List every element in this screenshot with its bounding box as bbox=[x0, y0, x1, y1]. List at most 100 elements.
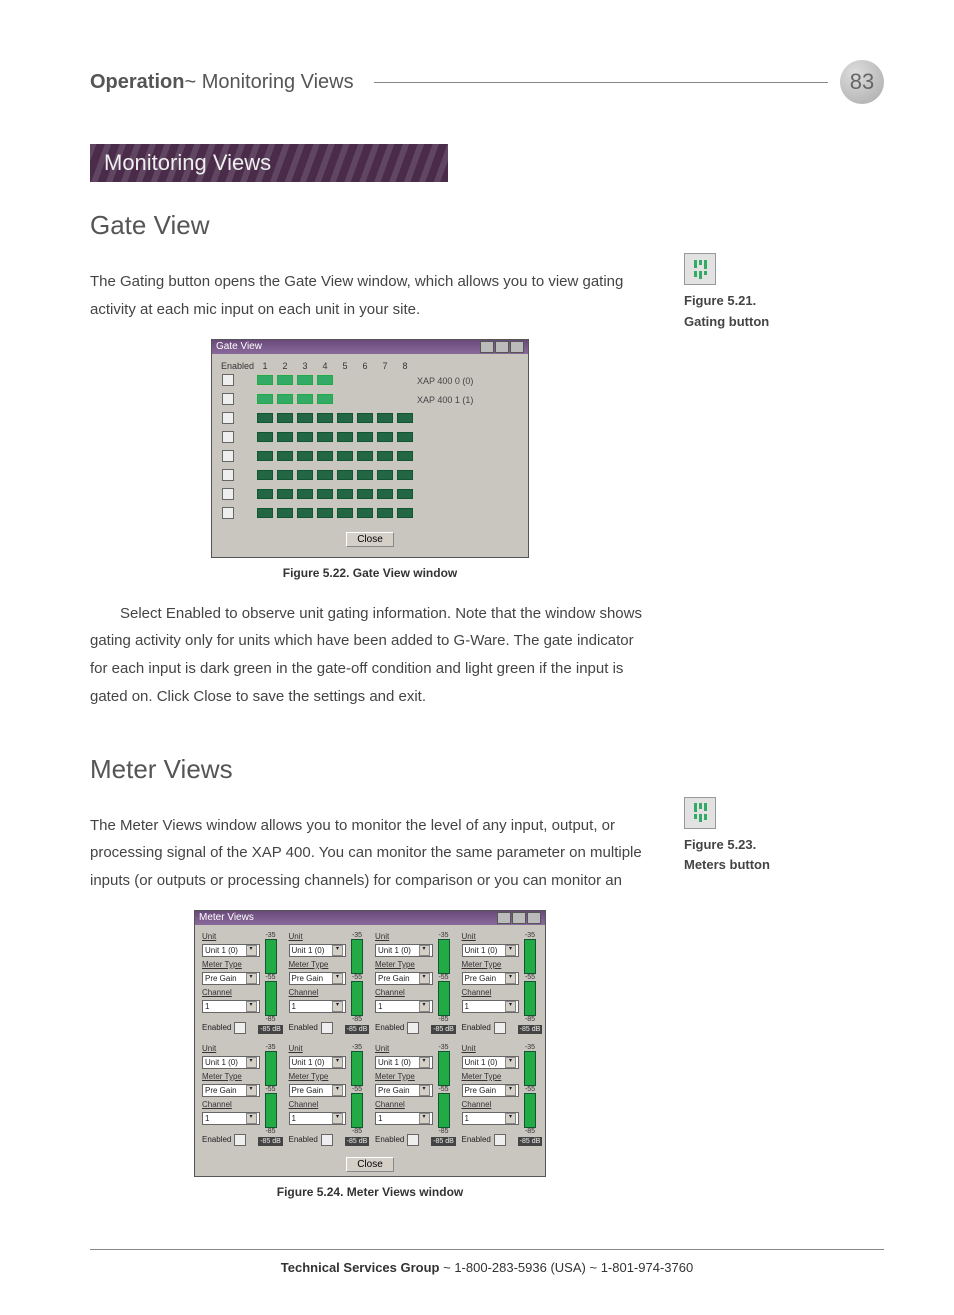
meter-type-label: Meter Type bbox=[462, 960, 520, 969]
meter-enabled-checkbox[interactable] bbox=[494, 1022, 506, 1034]
gate-indicator bbox=[277, 451, 293, 461]
meter-enabled-label: Enabled bbox=[202, 1023, 231, 1032]
maximize-button[interactable] bbox=[512, 912, 526, 924]
meter-unit-label: Unit bbox=[375, 1044, 433, 1053]
meter-enabled-label: Enabled bbox=[375, 1023, 404, 1032]
close-window-button[interactable] bbox=[527, 912, 541, 924]
meter-channel-label: Channel bbox=[375, 988, 433, 997]
meter-type-select[interactable]: Pre Gain▾ bbox=[202, 972, 260, 985]
gate-indicator bbox=[257, 375, 273, 385]
meter-unit-select[interactable]: Unit 1 (0)▾ bbox=[202, 1056, 260, 1069]
meter-unit-select[interactable]: Unit 1 (0)▾ bbox=[375, 944, 433, 957]
meter-unit-select[interactable]: Unit 1 (0)▾ bbox=[289, 944, 347, 957]
meter-level-bar: -35 -55 -85 -85 dB bbox=[436, 1044, 452, 1146]
meter-channel-label: Channel bbox=[202, 988, 260, 997]
meter-enabled-checkbox[interactable] bbox=[407, 1022, 419, 1034]
meter-views-window: Meter Views Unit Unit 1 (0)▾ Meter Type … bbox=[194, 910, 546, 1177]
gate-col-enabled: Enabled bbox=[220, 360, 255, 372]
gate-indicator bbox=[257, 470, 273, 480]
gate-indicator bbox=[297, 394, 313, 404]
gate-enable-checkbox[interactable] bbox=[222, 507, 234, 519]
meter-type-select[interactable]: Pre Gain▾ bbox=[462, 972, 520, 985]
gate-enable-checkbox[interactable] bbox=[222, 469, 234, 481]
meter-type-select[interactable]: Pre Gain▾ bbox=[289, 1084, 347, 1097]
gate-indicator bbox=[357, 413, 373, 423]
meter-type-select[interactable]: Pre Gain▾ bbox=[289, 972, 347, 985]
meter-channel-select[interactable]: 1▾ bbox=[462, 1112, 520, 1125]
meter-unit-label: Unit bbox=[289, 1044, 347, 1053]
page-number: 83 bbox=[850, 69, 874, 95]
meter-channel-select[interactable]: 1▾ bbox=[375, 1112, 433, 1125]
gate-close-button[interactable]: Close bbox=[346, 532, 394, 547]
meter-enabled-checkbox[interactable] bbox=[407, 1134, 419, 1146]
meter-enabled-label: Enabled bbox=[462, 1135, 491, 1144]
close-window-button[interactable] bbox=[510, 341, 524, 353]
gate-side-fig-number: Figure 5.21. bbox=[684, 291, 884, 312]
meter-type-select[interactable]: Pre Gain▾ bbox=[375, 972, 433, 985]
meter-enabled-label: Enabled bbox=[289, 1135, 318, 1144]
gate-enable-checkbox[interactable] bbox=[222, 450, 234, 462]
meter-cell: Unit Unit 1 (0)▾ Meter Type Pre Gain▾ Ch… bbox=[199, 929, 282, 1037]
gate-indicator bbox=[297, 432, 313, 442]
footer-phone-2: 1-801-974-3760 bbox=[601, 1260, 694, 1275]
gate-indicator bbox=[277, 375, 293, 385]
gate-indicator bbox=[297, 470, 313, 480]
meter-enabled-checkbox[interactable] bbox=[234, 1022, 246, 1034]
meter-channel-select[interactable]: 1▾ bbox=[375, 1000, 433, 1013]
meter-type-select[interactable]: Pre Gain▾ bbox=[462, 1084, 520, 1097]
footer-rule bbox=[90, 1249, 884, 1250]
meter-unit-select[interactable]: Unit 1 (0)▾ bbox=[289, 1056, 347, 1069]
meter-type-select[interactable]: Pre Gain▾ bbox=[202, 1084, 260, 1097]
meter-unit-select[interactable]: Unit 1 (0)▾ bbox=[375, 1056, 433, 1069]
gate-indicator bbox=[297, 451, 313, 461]
gate-enable-checkbox[interactable] bbox=[222, 412, 234, 424]
meter-type-label: Meter Type bbox=[462, 1072, 520, 1081]
gate-indicator bbox=[277, 394, 293, 404]
meter-enabled-checkbox[interactable] bbox=[494, 1134, 506, 1146]
meter-type-select[interactable]: Pre Gain▾ bbox=[375, 1084, 433, 1097]
gate-indicator bbox=[397, 470, 413, 480]
meter-readout: -85 dB bbox=[345, 1137, 370, 1146]
meter-unit-select[interactable]: Unit 1 (0)▾ bbox=[462, 944, 520, 957]
meter-enabled-checkbox[interactable] bbox=[321, 1022, 333, 1034]
gate-indicator bbox=[337, 451, 353, 461]
meter-channel-select[interactable]: 1▾ bbox=[202, 1112, 260, 1125]
gate-view-heading: Gate View bbox=[90, 210, 884, 241]
minimize-button[interactable] bbox=[497, 912, 511, 924]
gate-enable-checkbox[interactable] bbox=[222, 374, 234, 386]
meter-cell: Unit Unit 1 (0)▾ Meter Type Pre Gain▾ Ch… bbox=[286, 929, 369, 1037]
gate-indicator bbox=[257, 394, 273, 404]
meter-unit-select[interactable]: Unit 1 (0)▾ bbox=[462, 1056, 520, 1069]
gate-indicator bbox=[317, 489, 333, 499]
meters-button-icon[interactable] bbox=[684, 797, 716, 829]
maximize-button[interactable] bbox=[495, 341, 509, 353]
gating-button-icon[interactable] bbox=[684, 253, 716, 285]
gate-enable-checkbox[interactable] bbox=[222, 393, 234, 405]
meter-readout: -85 dB bbox=[258, 1137, 283, 1146]
gate-enable-checkbox[interactable] bbox=[222, 488, 234, 500]
gate-enable-checkbox[interactable] bbox=[222, 431, 234, 443]
meter-unit-select[interactable]: Unit 1 (0)▾ bbox=[202, 944, 260, 957]
gate-indicator bbox=[337, 489, 353, 499]
gate-col-1: 1 bbox=[255, 360, 275, 372]
meter-views-intro: The Meter Views window allows you to mon… bbox=[90, 812, 650, 895]
meter-close-button[interactable]: Close bbox=[346, 1157, 394, 1172]
meter-unit-label: Unit bbox=[462, 1044, 520, 1053]
meter-readout: -85 dB bbox=[518, 1137, 543, 1146]
meter-enabled-checkbox[interactable] bbox=[234, 1134, 246, 1146]
meter-channel-select[interactable]: 1▾ bbox=[202, 1000, 260, 1013]
meter-type-label: Meter Type bbox=[375, 1072, 433, 1081]
minimize-button[interactable] bbox=[480, 341, 494, 353]
meter-channel-label: Channel bbox=[202, 1100, 260, 1109]
meter-channel-select[interactable]: 1▾ bbox=[289, 1112, 347, 1125]
meter-channel-select[interactable]: 1▾ bbox=[289, 1000, 347, 1013]
meter-channel-label: Channel bbox=[289, 988, 347, 997]
meter-cell: Unit Unit 1 (0)▾ Meter Type Pre Gain▾ Ch… bbox=[459, 929, 542, 1037]
meter-channel-select[interactable]: 1▾ bbox=[462, 1000, 520, 1013]
gate-indicator bbox=[337, 413, 353, 423]
meter-type-label: Meter Type bbox=[375, 960, 433, 969]
gate-indicator bbox=[297, 508, 313, 518]
footer-line: Technical Services Group ~ 1-800-283-593… bbox=[90, 1260, 884, 1275]
meter-channel-label: Channel bbox=[375, 1100, 433, 1109]
meter-enabled-checkbox[interactable] bbox=[321, 1134, 333, 1146]
